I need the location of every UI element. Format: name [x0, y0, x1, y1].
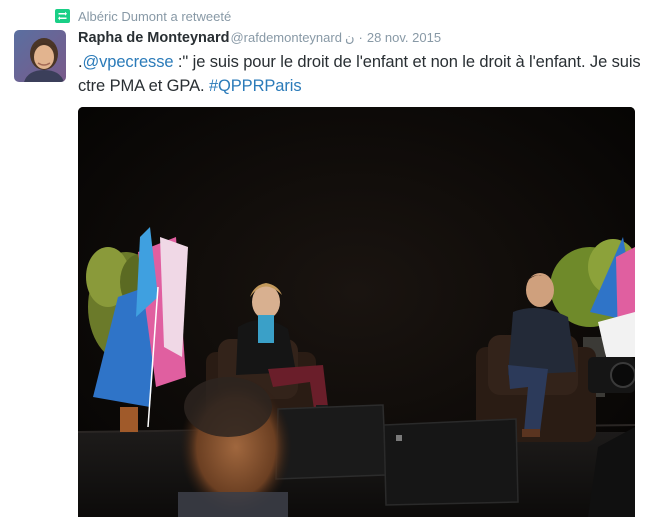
tweet-card[interactable]: Albéric Dumont a retweeté Rapha de Monte…	[0, 0, 647, 517]
mention-link[interactable]: @vpecresse	[82, 53, 173, 71]
header-separator: ·	[358, 30, 363, 45]
author-avatar[interactable]	[14, 30, 66, 82]
retweet-icon	[55, 9, 70, 23]
hashtag-link[interactable]: #QPPRParis	[209, 77, 302, 95]
author-handle[interactable]: @rafdemonteynard	[230, 30, 341, 45]
tweet-photo[interactable]	[78, 107, 635, 517]
retweet-context: Albéric Dumont a retweeté	[55, 7, 231, 25]
tweet-header: Rapha de Monteynard @rafdemonteynard ن ·…	[78, 30, 441, 46]
tweet-text: .@vpecresse :" je suis pour le droit de …	[78, 50, 643, 98]
author-name[interactable]: Rapha de Monteynard	[78, 30, 229, 46]
event-stage-photo	[78, 107, 635, 517]
author-extra-glyph: ن	[344, 30, 355, 45]
tweet-timestamp[interactable]: 28 nov. 2015	[367, 30, 441, 45]
retweet-context-label[interactable]: Albéric Dumont a retweeté	[78, 9, 231, 24]
